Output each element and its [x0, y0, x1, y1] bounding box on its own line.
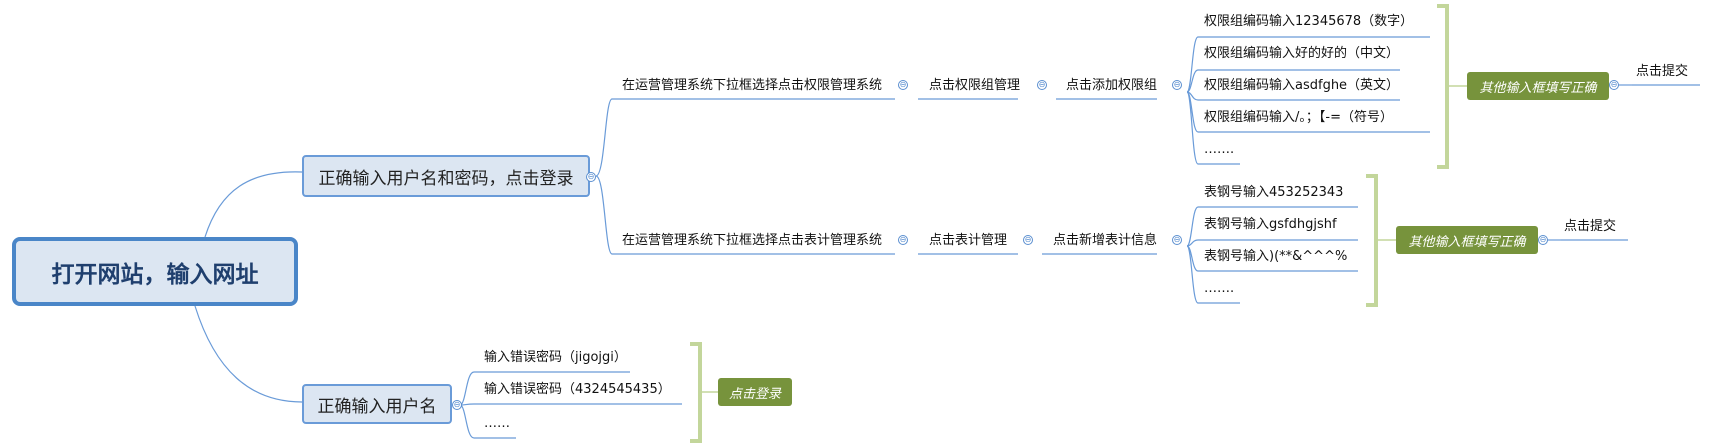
pathb-input-2[interactable]: 表钢号输入gsfdhgjshf — [1204, 217, 1337, 233]
branch2-input-1[interactable]: 输入错误密码（jigojgi） — [484, 350, 627, 366]
pathb-input-3[interactable]: 表钢号输入)(**&^^^% — [1204, 249, 1347, 265]
connector-root-branch1 — [204, 171, 303, 238]
pathb-step2[interactable]: 点击表计管理 — [929, 233, 1007, 249]
collapse-icon[interactable]: ⊖ — [586, 172, 596, 182]
patha-summary-label: 其他输入框填写正确 — [1479, 80, 1597, 96]
branch2-label: 正确输入用户名 — [317, 396, 437, 417]
collapse-icon[interactable]: ⊖ — [1172, 80, 1182, 90]
bracket-path-a — [1437, 4, 1449, 169]
collapse-icon[interactable]: ⊖ — [1538, 235, 1548, 245]
branch2-summary-label: 点击登录 — [728, 386, 781, 402]
connector-branch1-patha — [595, 98, 895, 177]
patha-summary[interactable]: 其他输入框填写正确 — [1467, 72, 1609, 100]
collapse-icon[interactable]: ⊖ — [1023, 235, 1033, 245]
pathb-step1[interactable]: 在运营管理系统下拉框选择点击表计管理系统 — [622, 233, 882, 249]
pathb-summary-label: 其他输入框填写正确 — [1408, 234, 1526, 250]
patha-step2[interactable]: 点击权限组管理 — [929, 78, 1020, 94]
bracket-path-b — [1366, 174, 1378, 307]
bracket-branch2 — [690, 342, 702, 443]
connector-layer — [194, 4, 1700, 443]
collapse-icon[interactable]: ⊖ — [1172, 235, 1182, 245]
branch2-node[interactable]: 正确输入用户名 — [302, 384, 452, 424]
branch1-node[interactable]: 正确输入用户名和密码，点击登录 — [302, 155, 590, 197]
branch1-label: 正确输入用户名和密码，点击登录 — [318, 168, 574, 189]
connector-root-branch2 — [194, 305, 303, 403]
patha-input-4[interactable]: 权限组编码输入/。；【-=（符号） — [1204, 110, 1393, 126]
patha-input-3[interactable]: 权限组编码输入asdfghe（英文） — [1204, 78, 1399, 94]
branch2-input-2[interactable]: 输入错误密码（4324545435） — [484, 382, 671, 398]
collapse-icon[interactable]: ⊖ — [898, 80, 908, 90]
root-label: 打开网站，输入网址 — [51, 261, 259, 288]
pathb-step3[interactable]: 点击新增表计信息 — [1053, 233, 1157, 249]
pathb-summary[interactable]: 其他输入框填写正确 — [1396, 226, 1538, 254]
pathb-input-1[interactable]: 表钢号输入453252343 — [1204, 185, 1343, 201]
patha-input-5[interactable]: ……. — [1204, 142, 1234, 158]
branch2-input-3[interactable]: …… — [484, 416, 510, 432]
root-node[interactable]: 打开网站，输入网址 — [12, 237, 298, 306]
patha-input-1[interactable]: 权限组编码输入12345678（数字） — [1204, 14, 1413, 30]
collapse-icon[interactable]: ⊖ — [1609, 80, 1619, 90]
patha-step3[interactable]: 点击添加权限组 — [1066, 78, 1157, 94]
collapse-icon[interactable]: ⊖ — [898, 235, 908, 245]
patha-step1[interactable]: 在运营管理系统下拉框选择点击权限管理系统 — [622, 78, 882, 94]
branch2-summary[interactable]: 点击登录 — [718, 378, 792, 406]
collapse-icon[interactable]: ⊖ — [1037, 80, 1047, 90]
pathb-final[interactable]: 点击提交 — [1564, 219, 1616, 235]
collapse-icon[interactable]: ⊖ — [452, 400, 462, 410]
patha-input-2[interactable]: 权限组编码输入好的好的（中文） — [1204, 46, 1399, 62]
patha-final[interactable]: 点击提交 — [1636, 64, 1688, 80]
pathb-input-4[interactable]: ……. — [1204, 281, 1234, 297]
